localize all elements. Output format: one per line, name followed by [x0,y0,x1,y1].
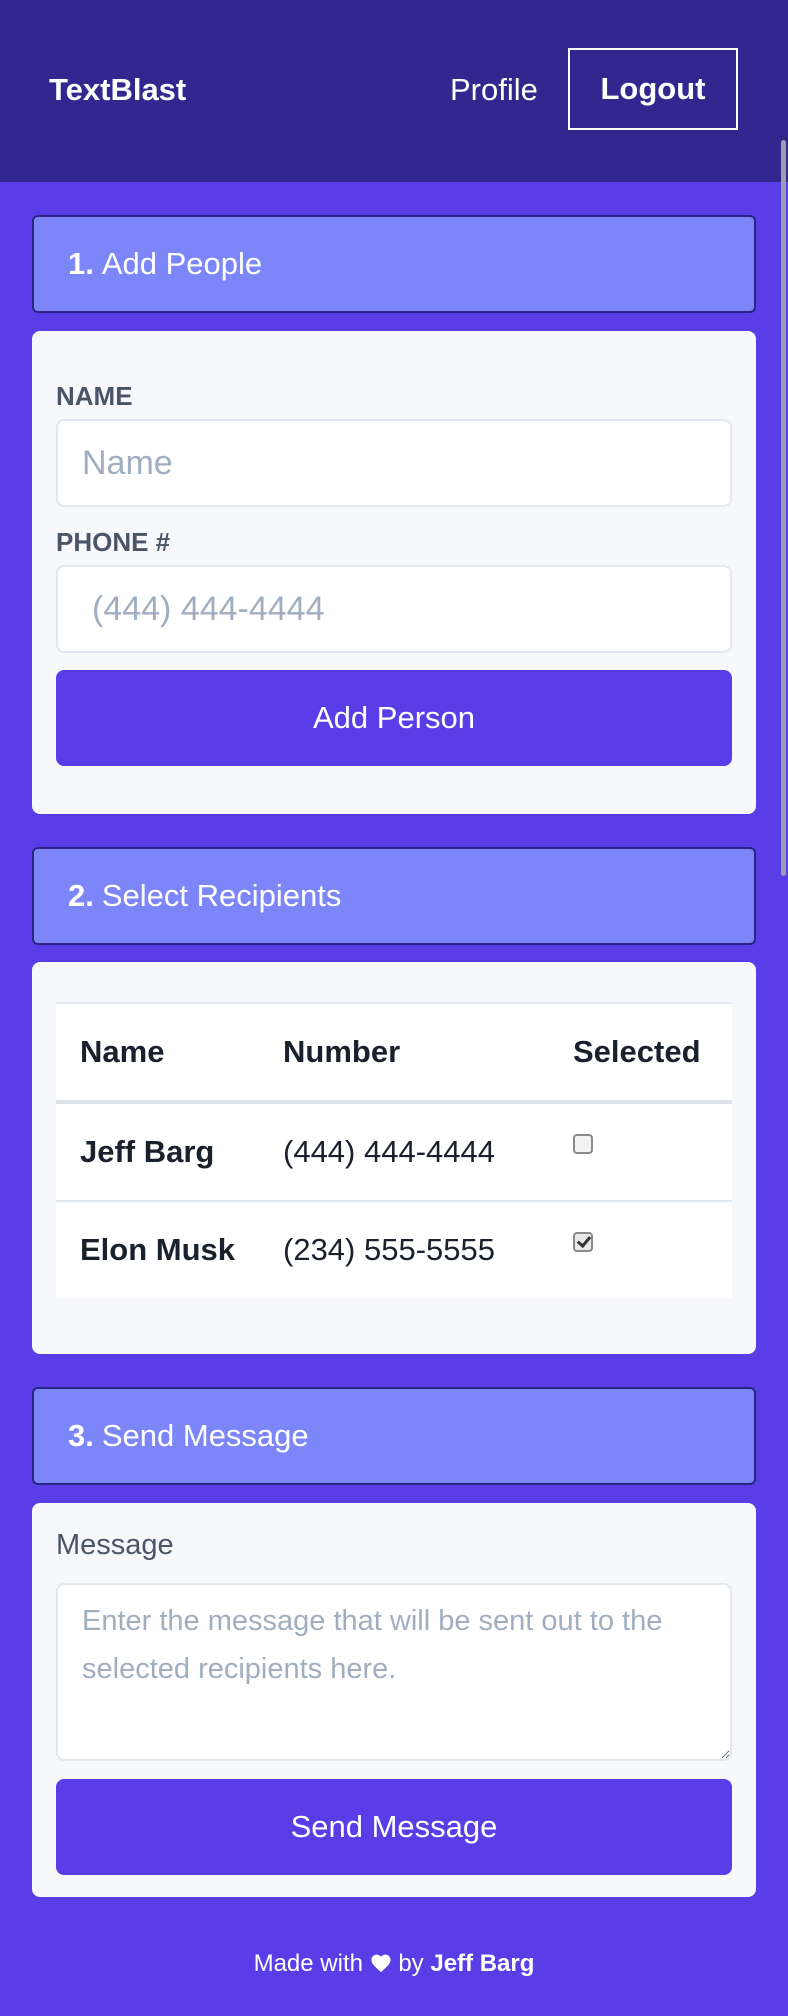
message-textarea[interactable] [56,1583,732,1761]
brand-logo[interactable]: TextBlast [49,70,186,110]
heart-icon [370,1944,392,1984]
recipient-name: Elon Musk [80,1232,236,1267]
page-scrollbar[interactable] [781,140,786,876]
add-person-button[interactable]: Add Person [56,670,732,766]
section-number: 2. [68,878,94,913]
navbar: TextBlast Profile Logout [0,0,788,182]
send-message-card: Message Send Message [32,1503,756,1897]
profile-link[interactable]: Profile [450,70,538,110]
name-field-label: NAME [56,381,133,411]
add-people-card: NAME PHONE # Add Person [32,331,756,814]
section-header-select-recipients: 2. Select Recipients [32,847,756,945]
recipient-select-cell [549,1201,732,1298]
select-recipients-card: Name Number Selected Jeff Barg (444) 444… [32,962,756,1354]
name-input[interactable] [56,419,732,507]
section-header-send-message: 3. Send Message [32,1387,756,1485]
table-header-row: Name Number Selected [56,1003,732,1104]
phone-field-label: PHONE # [56,527,171,557]
recipient-number: (444) 444-4444 [260,1102,549,1202]
footer: Made with by Jeff Barg [0,1944,788,1984]
recipient-number: (234) 555-5555 [283,1232,495,1267]
recipient-name: Jeff Barg [56,1102,260,1202]
section-number: 1. [68,246,94,281]
recipients-table: Name Number Selected Jeff Barg (444) 444… [56,1002,732,1298]
column-header-number: Number [260,1003,549,1104]
table-row: Elon Musk (234) 555-5555 [56,1201,732,1298]
recipient-checkbox[interactable] [573,1134,593,1154]
phone-input[interactable] [56,565,732,653]
section-header-add-people: 1. Add People [32,215,756,313]
section-number: 3. [68,1418,94,1453]
footer-author[interactable]: Jeff Barg [430,1950,534,1977]
section-title: Send Message [101,1418,309,1453]
footer-prefix: Made with [253,1950,363,1977]
column-header-selected: Selected [549,1003,732,1104]
column-header-name: Name [56,1003,260,1104]
logout-button[interactable]: Logout [568,48,738,130]
section-title: Add People [101,246,263,281]
message-field-label: Message [56,1529,174,1561]
recipient-checkbox[interactable] [573,1232,593,1252]
section-title: Select Recipients [101,878,342,913]
send-message-button[interactable]: Send Message [56,1779,732,1875]
table-row: Jeff Barg (444) 444-4444 [56,1102,732,1202]
footer-by: by [398,1950,424,1977]
recipient-select-cell [549,1102,732,1202]
